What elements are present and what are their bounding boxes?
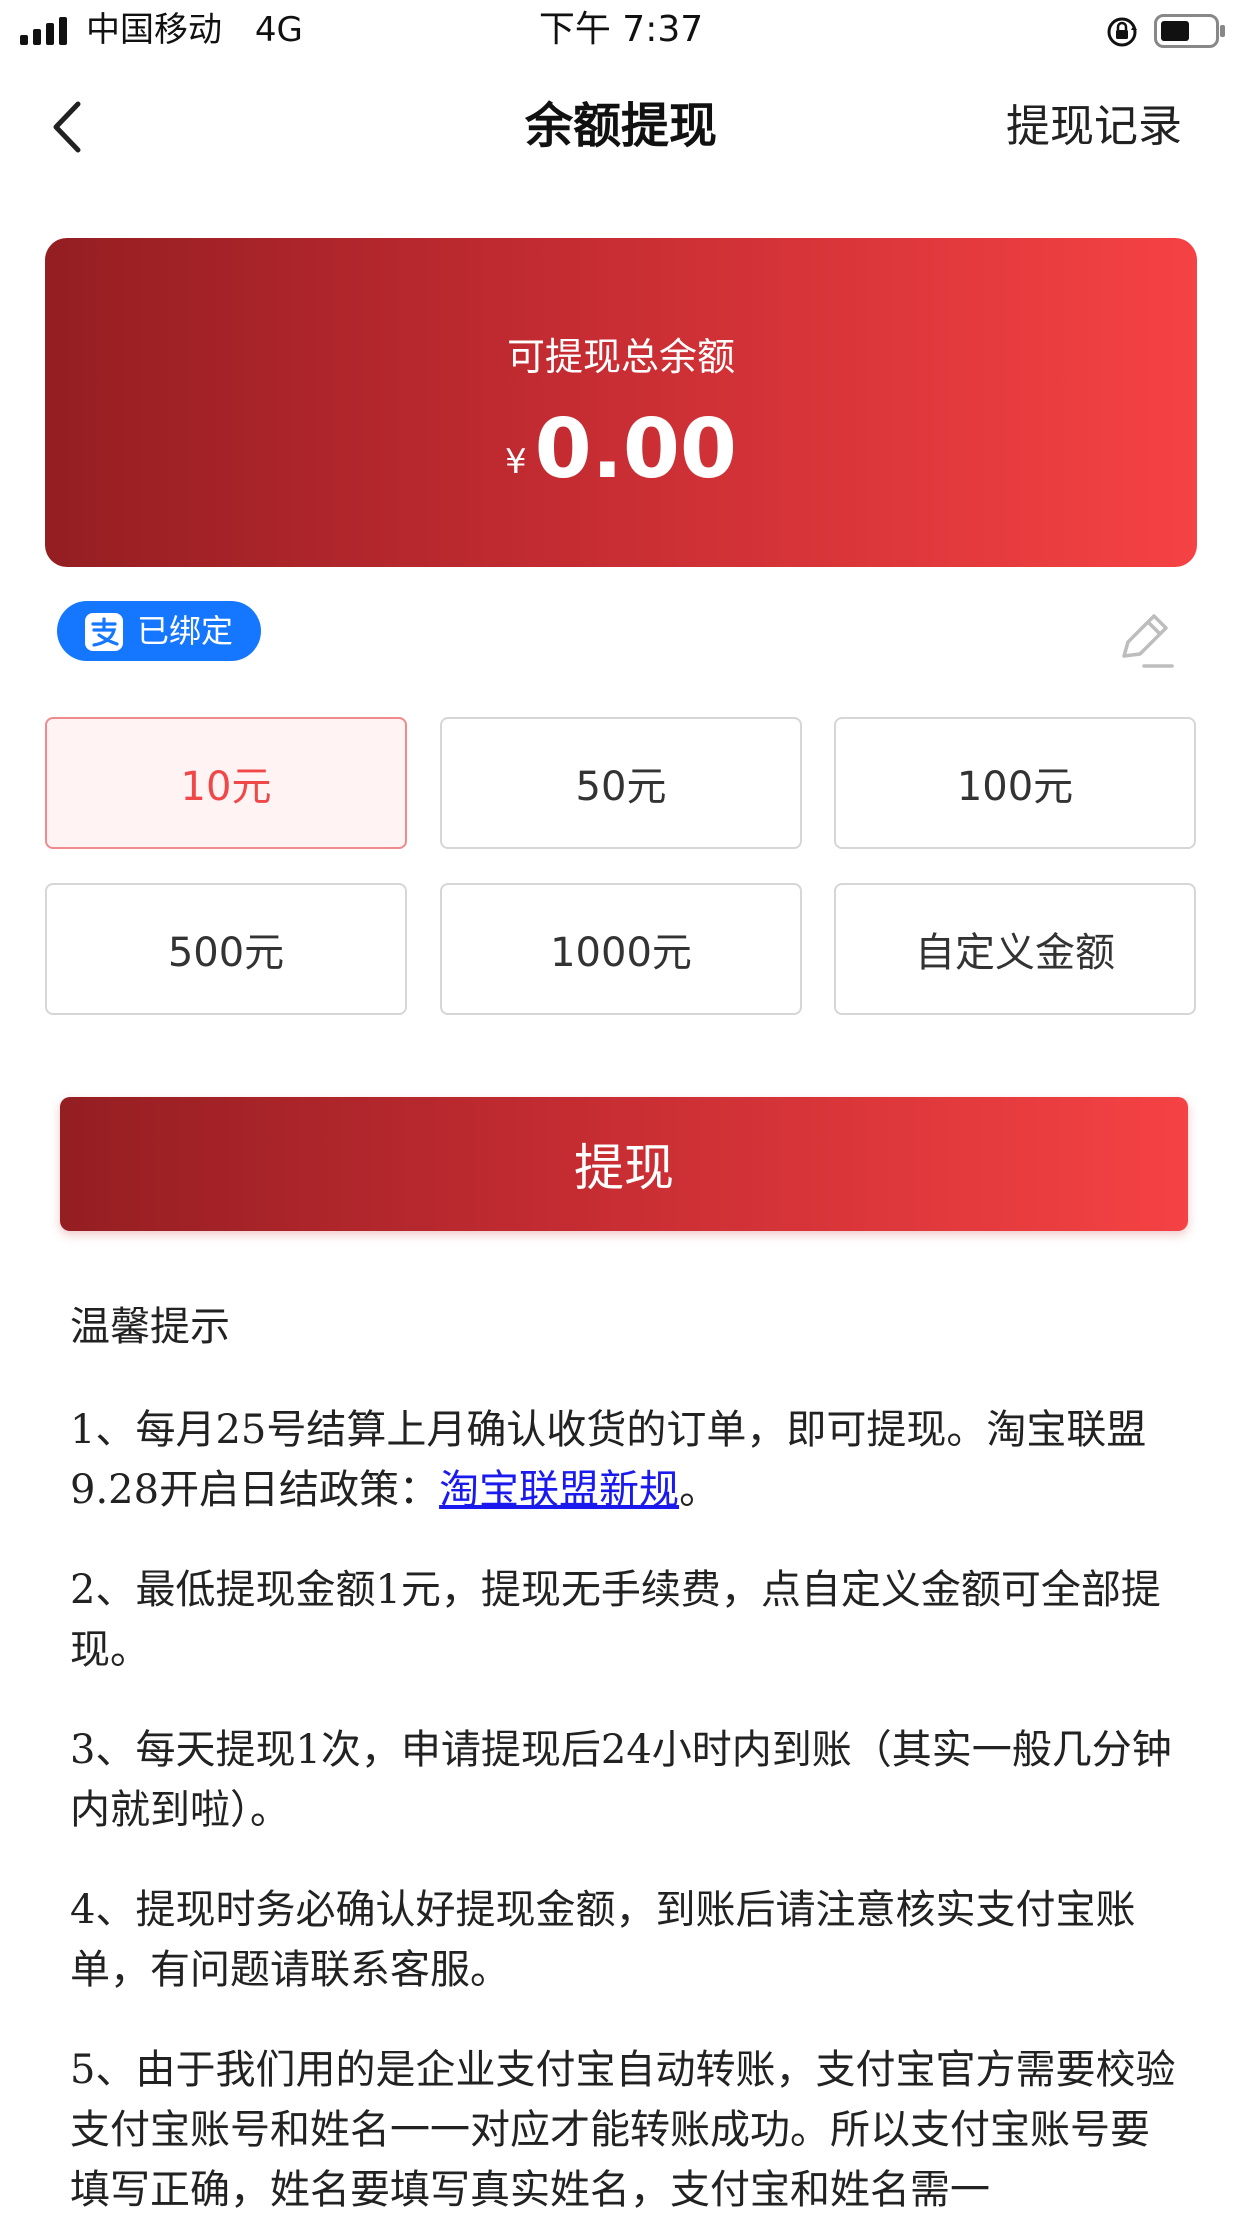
amount-option-label: 自定义金额 xyxy=(915,930,1115,976)
edit-pencil-icon[interactable] xyxy=(1110,606,1176,672)
taobao-union-rules-link[interactable]: 淘宝联盟新规 xyxy=(439,1467,679,1513)
tip-item: 4、提现时务必确认好提现金额，到账后请注意核实支付宝账单，有问题请联系客服。 xyxy=(70,1887,1136,1993)
tip-text-end: 。 xyxy=(679,1467,720,1513)
withdraw-history-link[interactable]: 提现记录 xyxy=(1006,98,1182,156)
balance-card: 可提现总余额 ¥0.00 xyxy=(45,238,1197,567)
tip-item: 1、每月25号结算上月确认收货的订单，即可提现。淘宝联盟9.28开启日结政策：淘… xyxy=(70,1400,1180,1520)
amount-option-50[interactable]: 50元 xyxy=(440,717,802,849)
balance-label: 可提现总余额 xyxy=(506,335,735,379)
tip-item: 3、每天提现1次，申请提现后24小时内到账（其实一般几分钟内就到啦）。 xyxy=(70,1727,1172,1833)
tips-title: 温馨提示 xyxy=(70,1304,230,1350)
status-time: 下午 7:37 xyxy=(538,9,704,50)
amount-option-1000[interactable]: 1000元 xyxy=(440,883,802,1015)
balance-value: 0.00 xyxy=(534,402,737,497)
amount-option-label: 10元 xyxy=(180,764,272,810)
bound-label: 已绑定 xyxy=(137,612,234,650)
orientation-lock-icon xyxy=(1107,17,1137,47)
amount-option-label: 500元 xyxy=(167,930,285,976)
tip-item: 2、最低提现金额1元，提现无手续费，点自定义金额可全部提现。 xyxy=(70,1567,1161,1673)
amount-option-label: 50元 xyxy=(575,764,667,810)
alipay-icon xyxy=(85,613,123,651)
alipay-bound-badge[interactable]: 已绑定 xyxy=(57,601,261,661)
amount-option-500[interactable]: 500元 xyxy=(45,883,407,1015)
withdraw-button[interactable]: 提现 xyxy=(60,1097,1188,1231)
amount-option-100[interactable]: 100元 xyxy=(834,717,1196,849)
amount-option-label: 1000元 xyxy=(550,930,692,976)
amount-option-10[interactable]: 10元 xyxy=(45,717,407,849)
balance-amount: ¥0.00 xyxy=(45,400,1197,500)
amount-option-custom[interactable]: 自定义金额 xyxy=(834,883,1196,1015)
battery-icon xyxy=(1154,14,1225,48)
tip-item: 5、由于我们用的是企业支付宝自动转账，支付宝官方需要校验支付宝账号和姓名一一对应… xyxy=(70,2047,1176,2213)
amount-option-label: 100元 xyxy=(956,764,1074,810)
status-bar: 中国移动 4G 下午 7:37 xyxy=(0,0,1242,62)
currency-symbol: ¥ xyxy=(505,442,527,482)
